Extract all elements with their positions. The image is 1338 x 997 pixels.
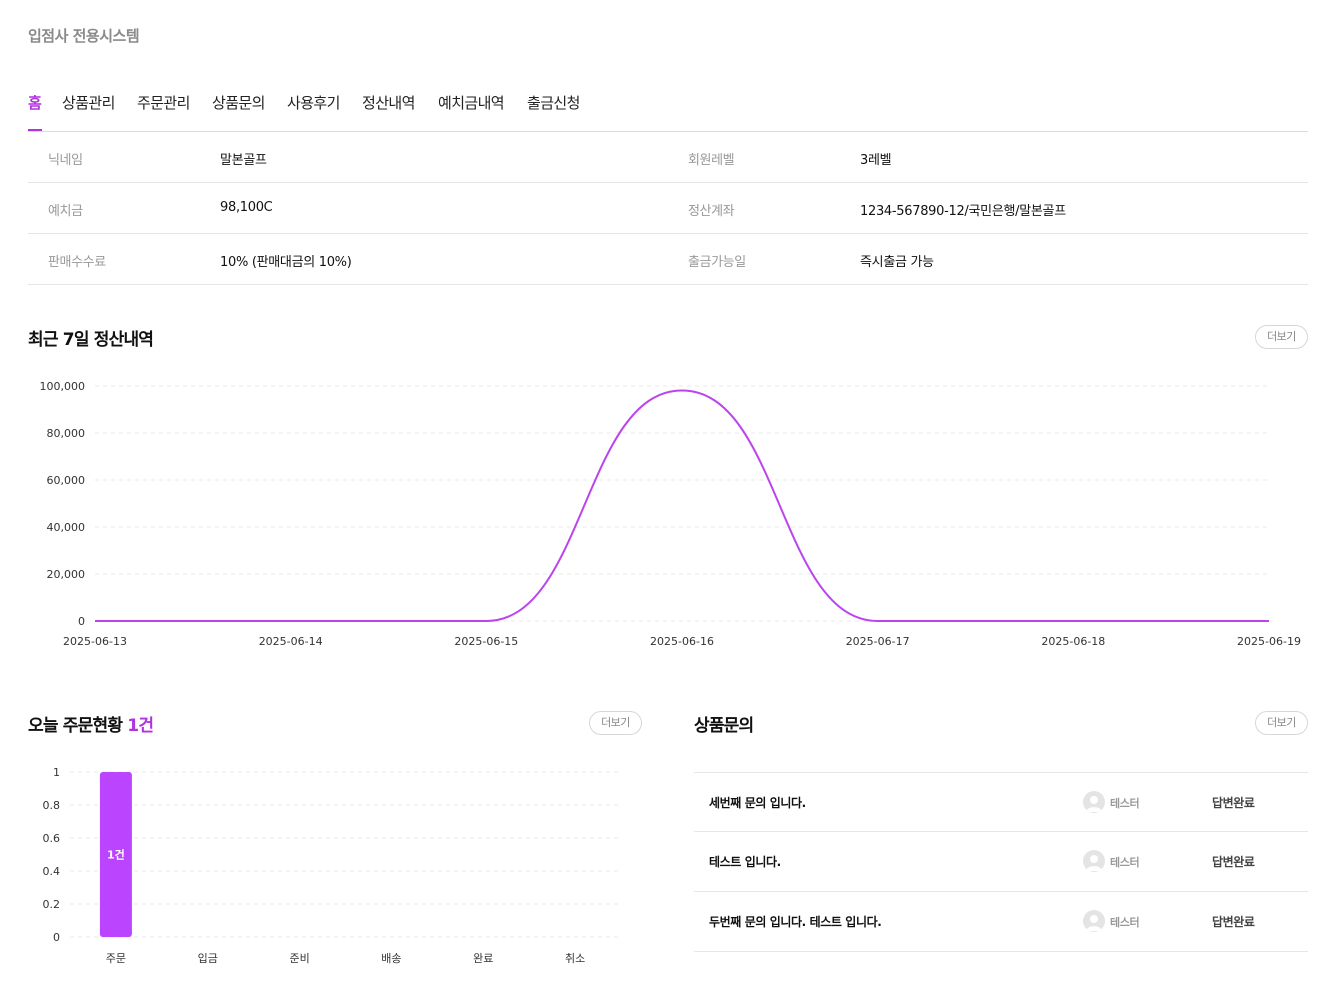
seller-info-table: 닉네임 말본골프 회원레벨 3레벨 예치금 98,100C 정산계좌 1234-… — [28, 132, 1308, 285]
orders-count: 1건 — [127, 716, 154, 736]
system-title: 입점사 전용시스템 — [28, 27, 140, 45]
active-tab-indicator — [28, 129, 42, 131]
y-tick-label: 20,000 — [47, 568, 86, 581]
inquiry-list: 세번째 문의 입니다. 테스터 답변완료 테스트 입니다. 테스터 답변완료 두… — [694, 772, 1308, 952]
info-row: 닉네임 말본골프 회원레벨 3레벨 — [28, 132, 1308, 183]
withdrawal-date-value: 즉시출금 가능 — [860, 255, 934, 270]
inquiry-title[interactable]: 두번째 문의 입니다. 테스트 입니다. — [709, 913, 882, 930]
y-tick-label: 0.2 — [43, 898, 61, 911]
info-row: 예치금 98,100C 정산계좌 1234-567890-12/국민은행/말본골… — [28, 183, 1308, 234]
user-avatar-icon — [1083, 910, 1105, 932]
x-tick-label: 2025-06-16 — [650, 635, 714, 648]
inquiries-more-button[interactable]: 더보기 — [1255, 711, 1308, 735]
tab-order-management[interactable]: 주문관리 — [137, 92, 190, 113]
x-tick-label: 입금 — [198, 952, 218, 965]
withdrawal-date-label: 출금가능일 — [688, 255, 746, 270]
tab-settlements[interactable]: 정산내역 — [362, 92, 415, 113]
inquiry-status: 답변완료 — [1212, 855, 1255, 869]
orders-bar-chart: 0 0.2 0.4 0.6 0.8 1 1건주문 입금 준비 배송 완료 취소 — [43, 766, 621, 965]
y-tick-label: 0.8 — [43, 799, 61, 812]
x-tick-label: 2025-06-19 — [1237, 635, 1301, 648]
orders-title-text: 오늘 주문현황 — [28, 716, 123, 736]
bar-data-label: 1건 — [107, 848, 125, 862]
deposit-value: 98,100C — [220, 200, 273, 215]
inquiry-status: 답변완료 — [1212, 796, 1255, 810]
nickname-value: 말본골프 — [220, 153, 267, 168]
x-tick-label: 2025-06-17 — [846, 635, 910, 648]
y-tick-label: 40,000 — [47, 521, 86, 534]
sales-fee-label: 판매수수료 — [48, 255, 106, 270]
tab-product-management[interactable]: 상품관리 — [62, 92, 115, 113]
inquiry-title[interactable]: 세번째 문의 입니다. — [709, 794, 806, 811]
y-tick-label: 80,000 — [47, 427, 86, 440]
x-tick-label: 주문 — [106, 952, 126, 965]
inquiry-author: 테스터 — [1110, 797, 1140, 810]
y-tick-label: 0 — [53, 931, 60, 944]
x-tick-label: 완료 — [473, 952, 493, 965]
x-tick-label: 2025-06-18 — [1041, 635, 1105, 648]
tab-withdrawal-request[interactable]: 출금신청 — [527, 92, 580, 113]
x-tick-label: 2025-06-14 — [259, 635, 323, 648]
deposit-label: 예치금 — [48, 204, 83, 219]
tab-product-inquiries[interactable]: 상품문의 — [212, 92, 265, 113]
member-level-value: 3레벨 — [860, 153, 892, 168]
main-tabs: 홈 상품관리 주문관리 상품문의 사용후기 정산내역 예치금내역 출금신청 — [28, 84, 1308, 132]
y-tick-label: 0 — [78, 615, 85, 628]
tab-home[interactable]: 홈 — [28, 92, 42, 113]
info-row: 판매수수료 10% (판매대금의 10%) 출금가능일 즉시출금 가능 — [28, 234, 1308, 285]
y-tick-label: 0.6 — [43, 832, 61, 845]
orders-more-button[interactable]: 더보기 — [589, 711, 642, 735]
x-tick-label: 배송 — [381, 952, 401, 965]
tab-reviews[interactable]: 사용후기 — [287, 92, 340, 113]
settlement-more-button[interactable]: 더보기 — [1255, 325, 1308, 349]
orders-section-title: 오늘 주문현황 1건 — [28, 711, 154, 736]
x-tick-label: 취소 — [565, 952, 585, 965]
sales-fee-value: 10% (판매대금의 10%) — [220, 255, 352, 270]
inquiry-author: 테스터 — [1110, 916, 1140, 929]
y-tick-label: 100,000 — [40, 380, 86, 393]
x-tick-label: 2025-06-15 — [454, 635, 518, 648]
tab-deposit-history[interactable]: 예치금내역 — [438, 92, 505, 113]
x-tick-label: 2025-06-13 — [63, 635, 127, 648]
y-tick-label: 1 — [53, 766, 60, 779]
member-level-label: 회원레벨 — [688, 153, 735, 168]
settlement-account-label: 정산계좌 — [688, 204, 735, 219]
x-tick-label: 준비 — [289, 952, 309, 965]
inquiry-title[interactable]: 테스트 입니다. — [709, 853, 781, 870]
y-tick-label: 60,000 — [47, 474, 86, 487]
nickname-label: 닉네임 — [48, 153, 83, 168]
inquiry-row[interactable]: 테스트 입니다. 테스터 답변완료 — [694, 832, 1308, 892]
settlement-line-chart: 0 20,000 40,000 60,000 80,000 100,000 2025-06-… — [40, 380, 1301, 648]
inquiry-row[interactable]: 두번째 문의 입니다. 테스트 입니다. 테스터 답변완료 — [694, 892, 1308, 952]
settlement-account-value: 1234-567890-12/국민은행/말본골프 — [860, 204, 1066, 219]
user-avatar-icon — [1083, 791, 1105, 813]
inquiry-status: 답변완료 — [1212, 915, 1255, 929]
settlement-section-title: 최근 7일 정산내역 — [28, 330, 154, 350]
y-tick-label: 0.4 — [43, 865, 61, 878]
user-avatar-icon — [1083, 850, 1105, 872]
inquiry-author: 테스터 — [1110, 856, 1140, 869]
settlement-series-line — [95, 389, 1269, 622]
inquiry-row[interactable]: 세번째 문의 입니다. 테스터 답변완료 — [694, 772, 1308, 832]
inquiries-section-title: 상품문의 — [694, 716, 754, 736]
